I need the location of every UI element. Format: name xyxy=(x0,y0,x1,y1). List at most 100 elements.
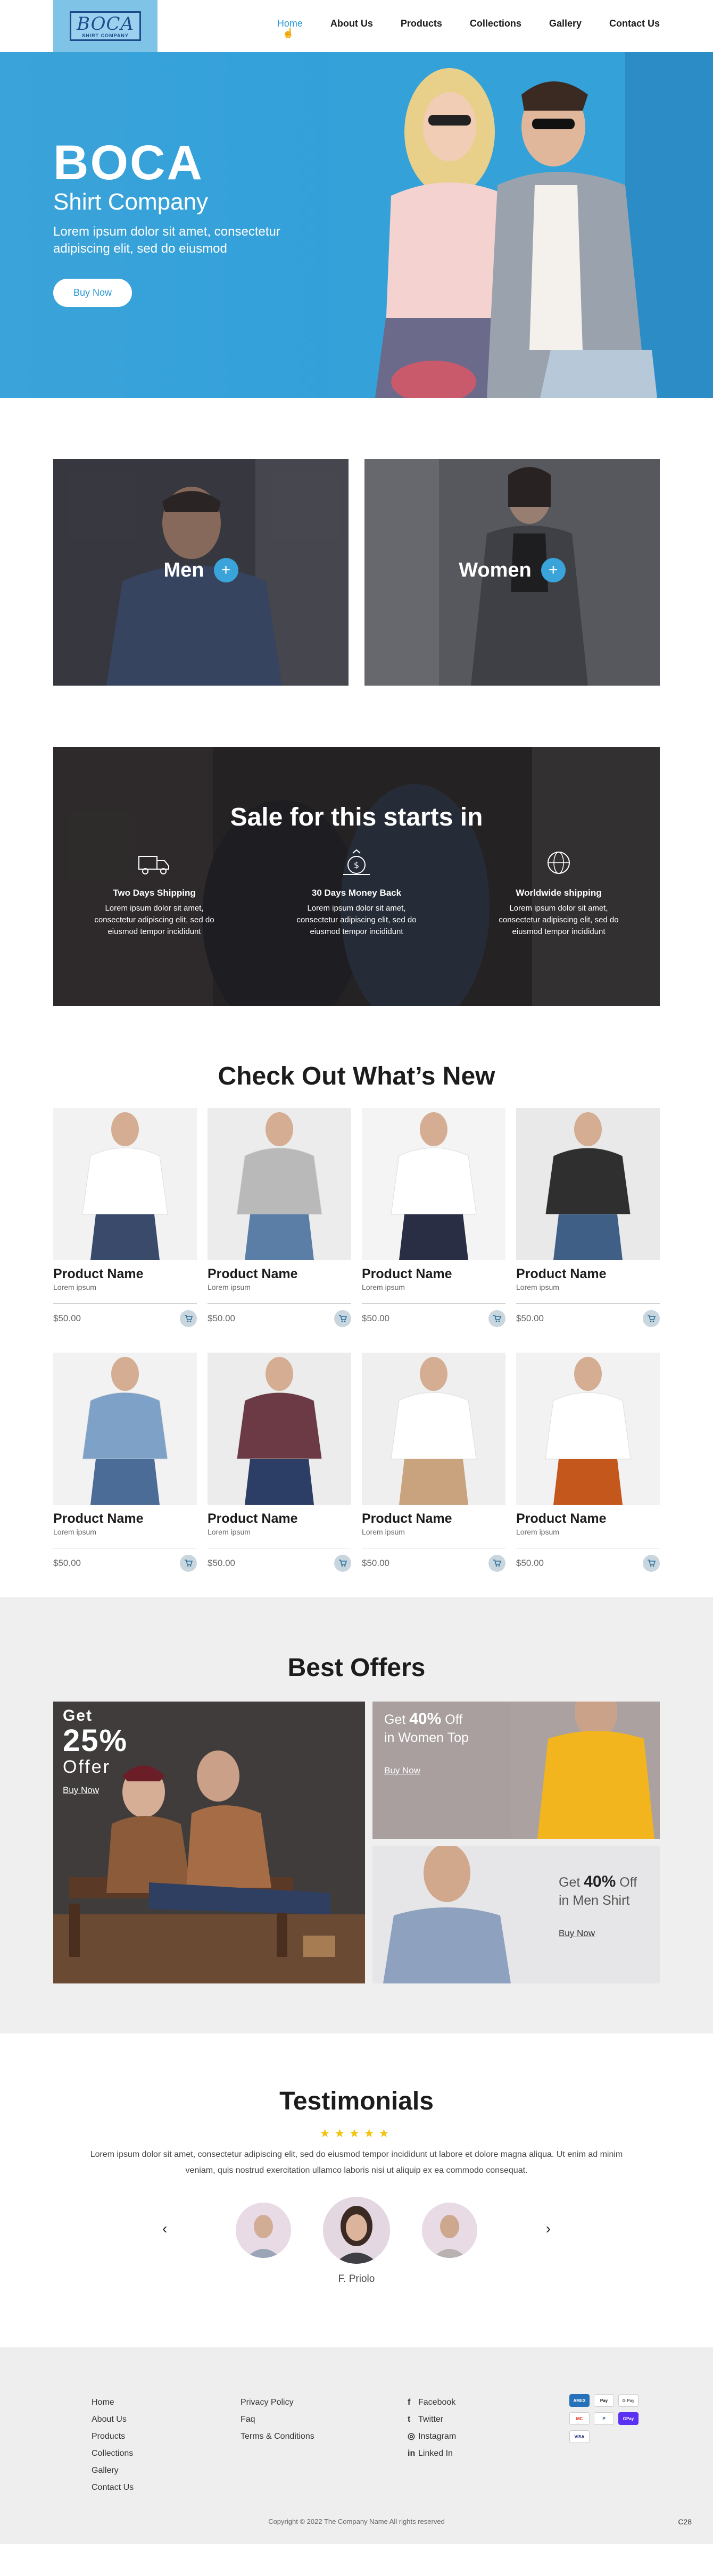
nav-gallery[interactable]: Gallery xyxy=(549,18,582,29)
logo[interactable]: BOCA SHIRT COMPANY xyxy=(53,0,157,52)
payment-methods: AMEX Pay G Pay MC P GPay VISA xyxy=(569,2394,639,2443)
offer-men-pct: 40% xyxy=(584,1873,616,1890)
product-image[interactable] xyxy=(516,1353,660,1505)
product-image[interactable] xyxy=(516,1108,660,1260)
product-image[interactable] xyxy=(362,1353,505,1505)
nav-contact[interactable]: Contact Us xyxy=(609,18,660,29)
feature-shipping: Two Days Shipping Lorem ipsum dolor sit … xyxy=(85,848,223,938)
product-card[interactable]: Product Name Lorem ipsum $50.00 xyxy=(53,1353,197,1597)
footer-link-terms[interactable]: Terms & Conditions xyxy=(241,2428,314,2445)
prev-arrow-icon[interactable]: ‹ xyxy=(162,2220,167,2237)
plus-icon[interactable]: + xyxy=(541,558,566,582)
cart-icon[interactable] xyxy=(488,1555,505,1572)
facebook-label: Facebook xyxy=(418,2398,456,2407)
cart-icon[interactable] xyxy=(643,1555,660,1572)
product-footer: $50.00 xyxy=(53,1310,197,1327)
avatar-active[interactable] xyxy=(323,2197,390,2264)
product-description: Lorem ipsum xyxy=(362,1528,405,1536)
product-grid: Product Name Lorem ipsum $50.00 Product Nam… xyxy=(53,1108,660,1597)
product-image[interactable] xyxy=(53,1108,197,1260)
avatar-left[interactable] xyxy=(236,2203,291,2258)
product-card[interactable]: Product Name Lorem ipsum $50.00 xyxy=(208,1108,351,1353)
footer-link-privacy[interactable]: Privacy Policy xyxy=(241,2394,314,2411)
footer-link-faq[interactable]: Faq xyxy=(241,2411,314,2428)
product-name[interactable]: Product Name xyxy=(516,1511,660,1527)
instagram-label: Instagram xyxy=(418,2432,457,2441)
hero-buy-now-button[interactable]: Buy Now xyxy=(53,279,132,307)
product-image[interactable] xyxy=(208,1108,351,1260)
nav-about[interactable]: About Us xyxy=(330,18,373,29)
product-card[interactable]: Product Name Lorem ipsum $50.00 xyxy=(516,1108,660,1353)
testimonials-section: Testimonials ★★★★★ Lorem ipsum dolor sit… xyxy=(0,2033,713,2347)
offer-25-percent[interactable]: Get 25% Offer Buy Now xyxy=(53,1702,365,1983)
footer-link-contact[interactable]: Contact Us xyxy=(92,2479,134,2496)
hero-title: BOCA xyxy=(53,136,204,190)
category-women-text: Women xyxy=(459,558,532,581)
linkedin-label: Linked In xyxy=(418,2449,453,2458)
category-men[interactable]: Men + xyxy=(53,459,349,686)
corner-text: C28 xyxy=(678,2517,692,2526)
product-card[interactable]: Product Name Lorem ipsum $50.00 xyxy=(208,1353,351,1597)
product-name[interactable]: Product Name xyxy=(53,1511,197,1527)
product-name[interactable]: Product Name xyxy=(516,1266,660,1282)
product-name[interactable]: Product Name xyxy=(208,1511,351,1527)
testimonial-name: F. Priolo xyxy=(338,2273,375,2285)
cart-icon[interactable] xyxy=(643,1310,660,1327)
feature-shipping-title: Two Days Shipping xyxy=(113,888,196,898)
product-card[interactable]: Product Name Lorem ipsum $50.00 xyxy=(362,1353,505,1597)
product-divider xyxy=(53,1303,197,1304)
category-women[interactable]: Women + xyxy=(364,459,660,686)
nav-home[interactable]: Home ☝ xyxy=(277,18,303,38)
cart-icon[interactable] xyxy=(180,1555,197,1572)
footer-link-gallery[interactable]: Gallery xyxy=(92,2462,134,2479)
product-price: $50.00 xyxy=(516,1313,544,1323)
cart-icon[interactable] xyxy=(488,1310,505,1327)
cart-icon[interactable] xyxy=(180,1310,197,1327)
offer-women-buy-now-link[interactable]: Buy Now xyxy=(384,1762,420,1780)
offer-women-top[interactable]: Get 40% Off in Women Top Buy Now xyxy=(372,1702,660,1839)
product-footer: $50.00 xyxy=(53,1555,197,1572)
product-name[interactable]: Product Name xyxy=(362,1266,505,1282)
next-arrow-icon[interactable]: › xyxy=(546,2220,551,2237)
offer-women-text: Get 40% Off in Women Top Buy Now xyxy=(384,1710,469,1780)
plus-icon[interactable]: + xyxy=(213,558,238,582)
hero-banner: BOCA Shirt Company Lorem ipsum dolor sit… xyxy=(0,52,713,398)
product-footer: $50.00 xyxy=(362,1310,505,1327)
avatar-right[interactable] xyxy=(422,2203,477,2258)
offer-men-shirt[interactable]: Get 40% Off in Men Shirt Buy Now xyxy=(372,1846,660,1983)
cart-icon[interactable] xyxy=(334,1310,351,1327)
cart-icon[interactable] xyxy=(334,1555,351,1572)
product-footer: $50.00 xyxy=(516,1555,660,1572)
product-description: Lorem ipsum xyxy=(516,1283,559,1291)
product-name[interactable]: Product Name xyxy=(53,1266,197,1282)
product-card[interactable]: Product Name Lorem ipsum $50.00 xyxy=(53,1108,197,1353)
footer-twitter[interactable]: t Twitter xyxy=(408,2411,456,2428)
product-name[interactable]: Product Name xyxy=(362,1511,505,1527)
offer-men-buy-now-link[interactable]: Buy Now xyxy=(559,1924,595,1943)
product-image[interactable] xyxy=(53,1353,197,1505)
product-name[interactable]: Product Name xyxy=(208,1266,351,1282)
footer-facebook[interactable]: f Facebook xyxy=(408,2394,456,2411)
product-price: $50.00 xyxy=(362,1313,389,1323)
footer-link-collections[interactable]: Collections xyxy=(92,2445,134,2462)
product-image[interactable] xyxy=(362,1108,505,1260)
testimonial-avatars: ‹ › xyxy=(0,2197,713,2264)
product-card[interactable]: Product Name Lorem ipsum $50.00 xyxy=(362,1108,505,1353)
footer-instagram[interactable]: ◎ Instagram xyxy=(408,2428,456,2445)
product-image[interactable] xyxy=(208,1353,351,1505)
footer-linkedin[interactable]: in Linked In xyxy=(408,2445,456,2462)
offer-grid: Get 25% Offer Buy Now Get 40% Off in Wom… xyxy=(53,1702,660,1983)
twitter-label: Twitter xyxy=(418,2415,444,2424)
footer-link-home[interactable]: Home xyxy=(92,2394,134,2411)
avatar-right-image xyxy=(422,2203,477,2258)
avatar-left-image xyxy=(236,2203,291,2258)
nav-products[interactable]: Products xyxy=(401,18,442,29)
apple-pay-icon: Pay xyxy=(594,2394,614,2407)
footer-link-about[interactable]: About Us xyxy=(92,2411,134,2428)
offer-25-buy-now-link[interactable]: Buy Now xyxy=(63,1785,99,1796)
product-card[interactable]: Product Name Lorem ipsum $50.00 xyxy=(516,1353,660,1597)
footer-link-products[interactable]: Products xyxy=(92,2428,134,2445)
nav-collections[interactable]: Collections xyxy=(470,18,521,29)
facebook-icon: f xyxy=(408,2398,411,2407)
offer-women-line1: Get 40% Off xyxy=(384,1710,469,1729)
